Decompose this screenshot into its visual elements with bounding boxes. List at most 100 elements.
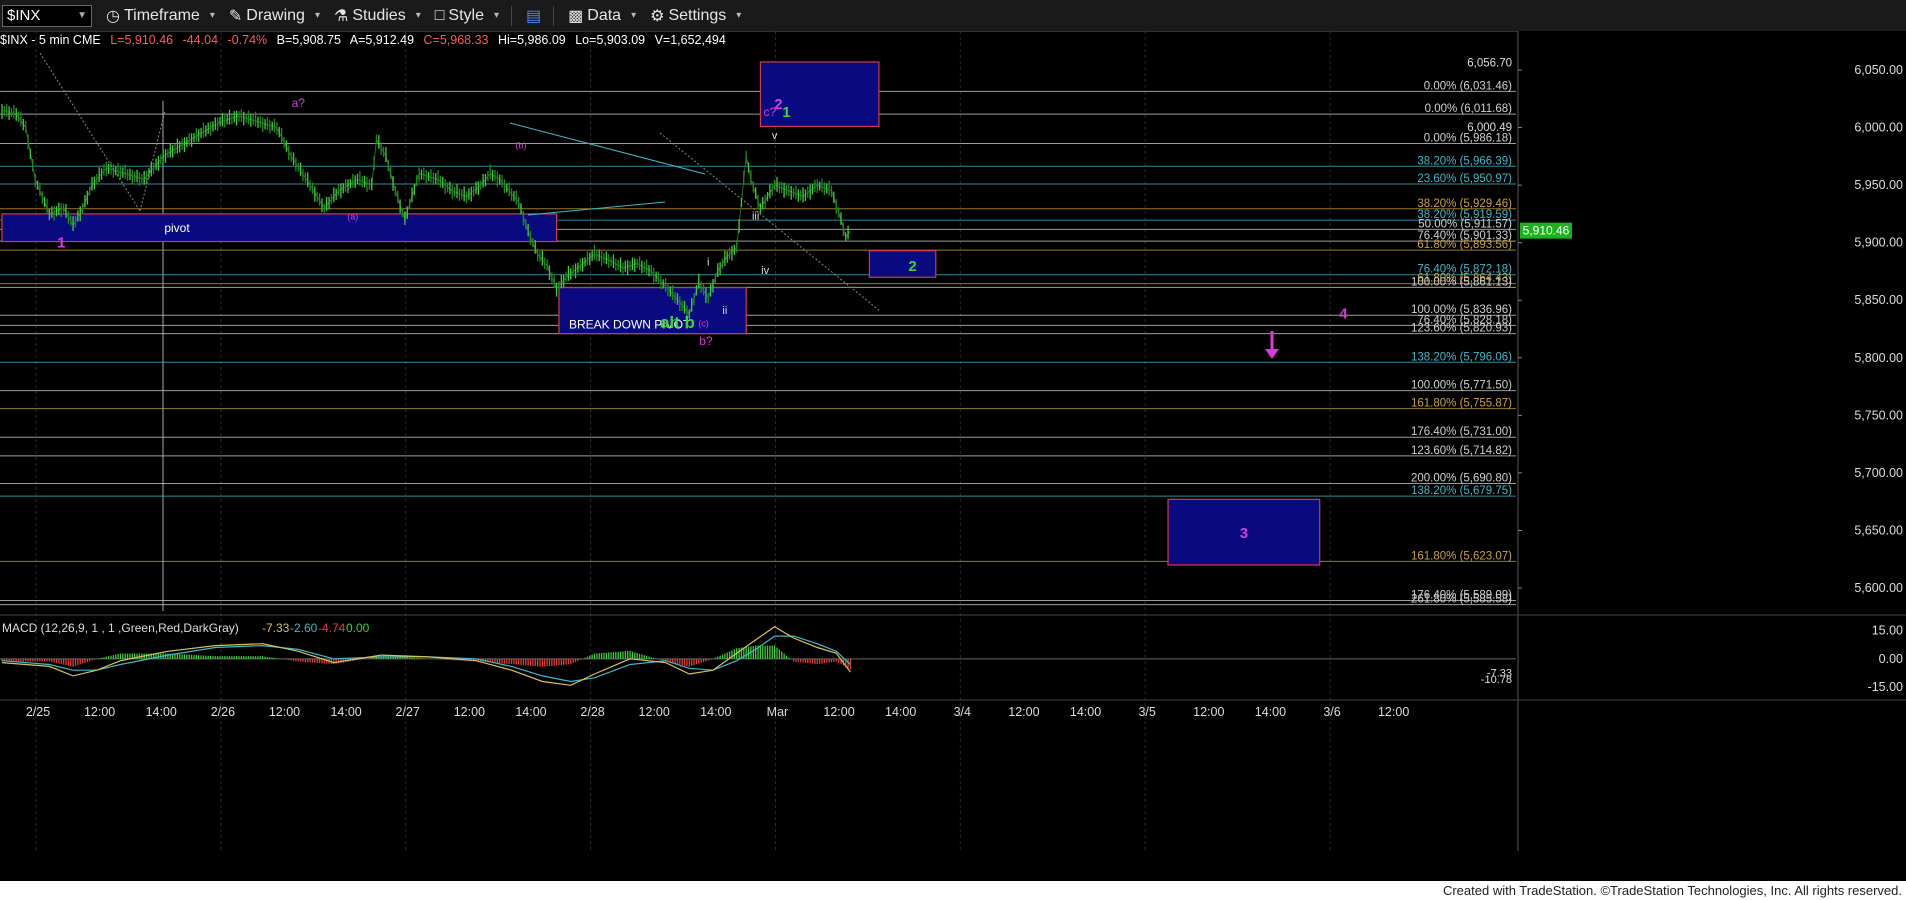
toolbar-divider [511,5,513,26]
quote-volume: V=1,652,494 [654,33,726,47]
caret-down-icon: ▾ [415,10,421,21]
wave-label: i [707,257,709,269]
quote-low: Lo=5,903.09 [575,33,646,47]
fib-level-label: 0.00% (5,986.18) [1424,132,1512,144]
fib-level-label: 138.20% (5,679.75) [1411,485,1512,497]
trendline-dashed [659,132,881,312]
fib-level-label: 0.00% (6,031.46) [1424,80,1512,92]
x-tick-label: 12:00 [84,705,115,719]
x-tick-label: 14:00 [330,705,361,719]
x-tick-label: Mar [767,705,789,719]
fib-level-label: 123.60% (5,820.93) [1411,323,1512,335]
current-price-label: 5,910.46 [1523,224,1570,238]
style-icon: □ [434,6,445,24]
x-tick-label: 14:00 [700,705,731,719]
wave-label: b? [699,334,713,348]
wave-label: iii [752,211,759,223]
y-tick-label: 5,650.00 [1854,523,1903,537]
toolbar-divider [553,5,555,26]
footer-copyright: Created with TradeStation. ©TradeStation… [0,881,1906,900]
x-tick-label: 14:00 [146,705,177,719]
quote-change-pct: -0.74% [227,33,268,47]
wave-label: c? [764,105,777,119]
fib-level-label: 61.80% (5,893.56) [1417,239,1512,251]
x-tick-label: 2/25 [26,705,50,719]
settings-label: Settings [668,6,727,24]
macd-value: -4.74 [318,621,346,635]
x-tick-label: 14:00 [1070,705,1101,719]
style-menu[interactable]: □ Style ▾ [435,7,499,25]
price-axis: 6,050.00 6,000.00 5,950.00 5,900.00 5,850.00… [1467,31,1906,881]
quote-ask: A=5,912.49 [349,33,415,47]
macd-y-tick-label: 15.00 [1872,623,1903,637]
wave-label: v [772,130,778,142]
macd-value: -7.33 [262,621,290,635]
x-tick-label: 12:00 [454,705,485,719]
data-menu[interactable]: ▩ Data ▾ [568,6,636,26]
wave-label: 1 [57,234,65,251]
fib-levels: 0.00% (6,031.46) 0.00% (6,011.68) 0.00% (5… [0,31,1516,851]
x-tick-label: 12:00 [269,705,300,719]
timeframe-label: Timeframe [123,6,200,24]
y-tick-label: 5,700.00 [1854,466,1903,480]
y-tick-label: 5,750.00 [1854,408,1903,422]
macd-title: MACD (12,26,9, 1 , 1 ,Green,Red,DarkGray… [2,621,239,635]
price-chart[interactable]: 0.00% (6,031.46) 0.00% (6,011.68) 0.00% (5… [0,31,1906,881]
wave-label: iv [761,265,769,277]
quote-symbol: $INX - 5 min CME [0,33,101,47]
symbol-selector[interactable]: $INX ▼ [2,4,92,27]
y-tick-label: 5,800.00 [1854,351,1903,365]
toolbar: $INX ▼ ◷ Timeframe ▾ ✎ Drawing ▾ ⚗ Studi… [0,0,1906,32]
style-label: Style [448,6,484,24]
pencil-icon: ✎ [228,7,243,25]
macd-y-tick-label: 0.00 [1879,652,1903,666]
fib-level-label: 50.00% (5,911.57) [1418,218,1512,230]
drawing-menu[interactable]: ✎ Drawing ▾ [229,6,320,26]
gear-icon: ⚙ [650,7,665,25]
box-label-wave3-target: 3 [1240,525,1248,542]
fib-level-label: 161.80% (5,623.07) [1411,550,1512,562]
x-tick-label: 14:00 [515,705,546,719]
box-label-pivot: pivot [164,221,190,235]
caret-down-icon: ▾ [209,10,215,21]
x-tick-label: 12:00 [1378,705,1409,719]
y-tick-label: 5,900.00 [1854,236,1903,250]
caret-down-icon: ▾ [631,10,637,21]
box-label-wave2-target: 2 [908,258,916,275]
flask-icon: ⚗ [333,7,349,25]
macd-y-tick-label: -15.00 [1868,680,1903,694]
x-tick-label: 14:00 [1255,705,1286,719]
quote-high: Hi=5,986.09 [497,33,566,47]
y-tick-label: 6,050.00 [1854,63,1903,77]
macd-value: -2.60 [290,621,318,635]
layout-icon: ▤ [526,7,542,25]
fib-level-label: 100.00% (5,861.13) [1411,276,1512,288]
studies-menu[interactable]: ⚗ Studies ▾ [334,6,421,26]
wave-label: (a) [347,212,358,222]
x-tick-label: 12:00 [823,705,854,719]
fib-level-label: 138.20% (5,796.06) [1411,351,1512,363]
wave-label: (c) [698,319,709,329]
axis-background [1518,31,1906,881]
timeframe-menu[interactable]: ◷ Timeframe ▾ [106,6,215,26]
box-pivot [1,213,558,243]
quote-last: L=5,910.46 [110,33,174,47]
fib-level-label: 200.00% (5,690.80) [1411,472,1512,484]
axis-tag: 6,056.70 [1467,57,1512,69]
down-arrow-icon [1265,349,1279,359]
y-tick-label: 5,950.00 [1854,178,1903,192]
layout-button[interactable]: ▤ [526,6,541,26]
quote-bid: B=5,908.75 [276,33,341,47]
drawing-label: Drawing [246,6,305,24]
x-tick-label: 2/26 [211,705,235,719]
y-tick-label: 5,600.00 [1854,581,1903,595]
fib-level-label: 161.80% (5,755.87) [1411,398,1512,410]
fib-level-label: 261.80% (5,585.58) [1411,594,1512,606]
x-tick-label: 12:00 [1193,705,1224,719]
axis-tag: 6,000.49 [1467,122,1512,134]
settings-menu[interactable]: ⚙ Settings ▾ [650,6,741,26]
caret-down-icon: ▾ [314,10,320,21]
wave-label: 4 [1339,306,1348,323]
x-tick-label: 2/27 [396,705,420,719]
x-tick-label: 3/5 [1138,705,1155,719]
